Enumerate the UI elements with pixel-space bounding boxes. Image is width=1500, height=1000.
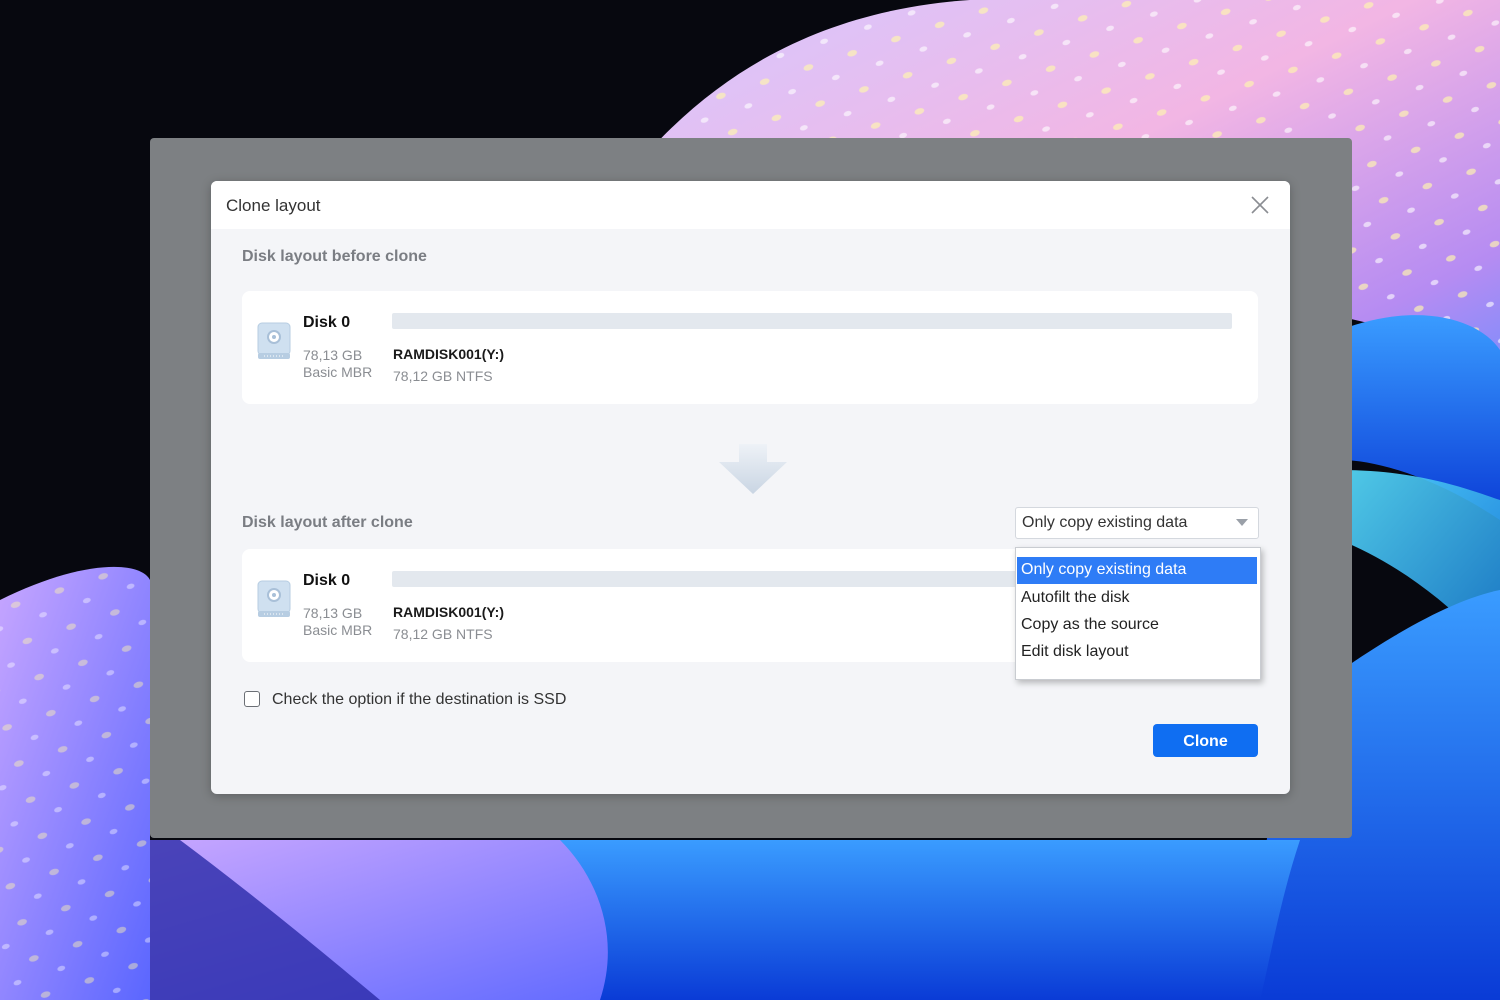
clone-mode-selected-value: Only copy existing data (1022, 514, 1188, 531)
disk-card-before: Disk 0 78,13 GB Basic MBR RAMDISK001(Y:)… (242, 291, 1258, 404)
section-label-after: Disk layout after clone (242, 514, 413, 531)
disk-type: Basic MBR (303, 364, 373, 380)
arrow-down-icon (719, 444, 787, 494)
clone-layout-dialog: Clone layout Disk layout before clone Di… (211, 181, 1290, 794)
clone-button[interactable]: Clone (1153, 724, 1258, 757)
chevron-down-icon (1236, 519, 1248, 526)
dropdown-option[interactable]: Edit disk layout (1017, 639, 1257, 666)
dropdown-option[interactable]: Autofilt the disk (1017, 585, 1257, 612)
partition-name: RAMDISK001(Y:) (393, 604, 504, 620)
partition-bar[interactable] (392, 313, 1232, 329)
hard-disk-icon (257, 580, 291, 617)
close-button[interactable] (1246, 191, 1274, 219)
disk-type: Basic MBR (303, 622, 373, 638)
hard-disk-icon (257, 322, 291, 359)
dropdown-option[interactable]: Only copy existing data (1017, 557, 1257, 584)
partition-name: RAMDISK001(Y:) (393, 346, 504, 362)
dialog-titlebar: Clone layout (211, 181, 1290, 229)
disk-size: 78,13 GB (303, 347, 363, 363)
partition-info: 78,12 GB NTFS (393, 368, 493, 384)
disk-name: Disk 0 (303, 314, 351, 331)
ssd-checkbox[interactable] (244, 691, 260, 707)
clone-mode-select[interactable]: Only copy existing data (1015, 507, 1259, 539)
partition-info: 78,12 GB NTFS (393, 626, 493, 642)
clone-mode-dropdown: Only copy existing data Autofilt the dis… (1015, 547, 1261, 680)
dialog-title: Clone layout (226, 196, 321, 215)
close-icon (1251, 196, 1269, 214)
section-label-before: Disk layout before clone (242, 248, 427, 265)
dropdown-option[interactable]: Copy as the source (1017, 612, 1257, 639)
disk-name: Disk 0 (303, 572, 351, 589)
disk-size: 78,13 GB (303, 605, 363, 621)
ssd-checkbox-label: Check the option if the destination is S… (272, 691, 567, 708)
